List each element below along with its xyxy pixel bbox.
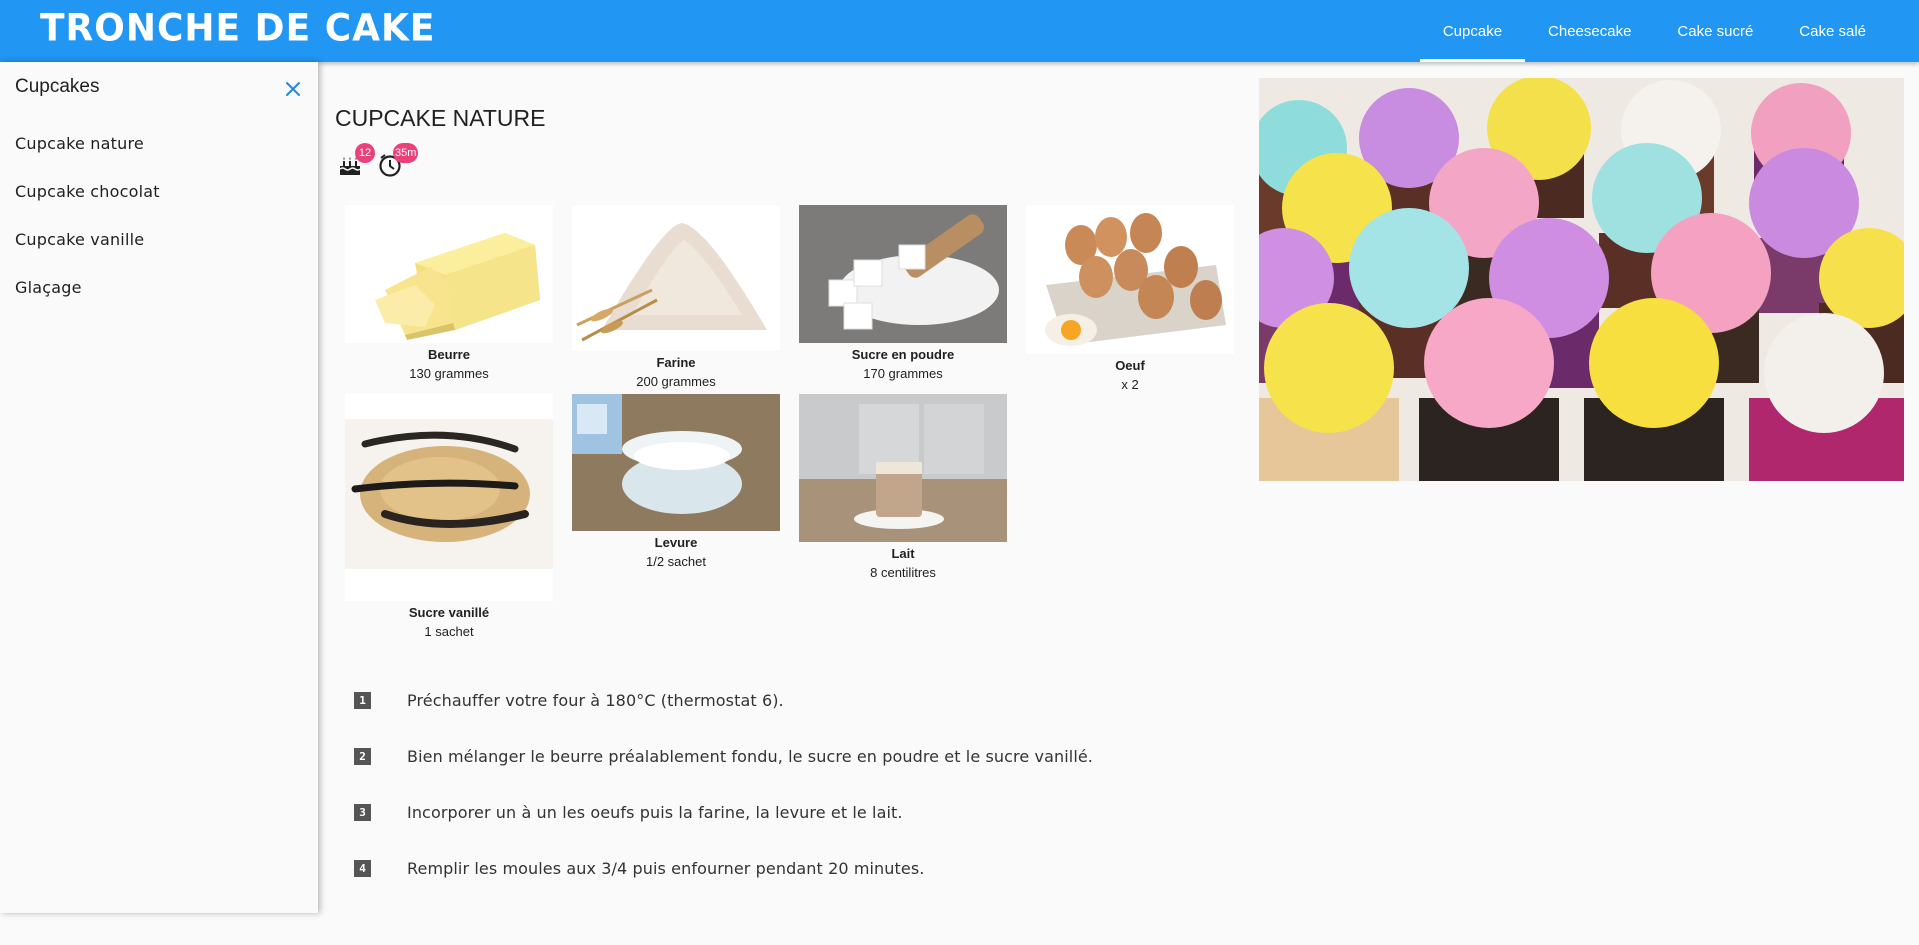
close-icon[interactable] — [282, 78, 304, 100]
site-logo[interactable]: TRONCHE DE CAKE — [40, 7, 435, 50]
ingredient-name: Sucre vanillé — [408, 605, 490, 620]
ingredient-quantity: 170 grammes — [863, 366, 943, 381]
milk-image — [799, 394, 1007, 542]
ingredient-card-oeuf: Oeuf x 2 — [1026, 205, 1234, 392]
step-text: Préchauffer votre four à 180°C (thermost… — [407, 691, 784, 710]
vanilla-image — [345, 394, 553, 601]
ingredient-quantity: 1 sachet — [424, 624, 474, 639]
sidebar-item-cupcake-vanille[interactable]: Cupcake vanille — [15, 230, 144, 249]
ingredient-name: Levure — [654, 535, 698, 550]
ingredient-name: Sucre en poudre — [851, 347, 955, 362]
servings-badge: 12 — [355, 143, 375, 163]
time-badge: 35m — [393, 143, 419, 163]
ingredient-card-sucre-vanille: Sucre vanillé 1 sachet — [345, 394, 553, 639]
step-number: 3 — [354, 804, 371, 821]
sugar-image — [799, 205, 1007, 343]
tab-cake-sale[interactable]: Cake salé — [1776, 0, 1889, 62]
ingredient-quantity: x 2 — [1121, 377, 1139, 392]
cupcakes-hero-image — [1259, 78, 1904, 481]
ingredient-card-lait: Lait 8 centilitres — [799, 394, 1007, 580]
tab-cupcake[interactable]: Cupcake — [1419, 0, 1526, 62]
baking-powder-image — [572, 394, 780, 531]
tab-label: Cake sucré — [1677, 22, 1754, 40]
recipe-title: CUPCAKE NATURE — [335, 105, 546, 131]
ingredient-card-beurre: Beurre 130 grammes — [345, 205, 553, 381]
tab-label: Cheesecake — [1548, 22, 1632, 40]
ingredient-card-levure: Levure 1/2 sachet — [572, 394, 780, 569]
tab-cake-sucre[interactable]: Cake sucré — [1654, 0, 1776, 62]
flour-image — [572, 205, 780, 351]
ingredient-name: Beurre — [428, 347, 470, 362]
tab-label: Cupcake — [1442, 22, 1503, 40]
eggs-image — [1026, 205, 1234, 354]
ingredient-name: Oeuf — [1115, 358, 1145, 373]
tab-cheesecake[interactable]: Cheesecake — [1525, 0, 1654, 62]
step-number: 2 — [354, 748, 371, 765]
ingredient-quantity: 8 centilitres — [870, 565, 936, 580]
ingredient-quantity: 1/2 sachet — [646, 554, 706, 569]
ingredient-quantity: 200 grammes — [636, 374, 716, 389]
sidebar-item-glacage[interactable]: Glaçage — [15, 278, 82, 297]
step-text: Bien mélanger le beurre préalablement fo… — [407, 747, 1093, 766]
sidebar-item-cupcake-chocolat[interactable]: Cupcake chocolat — [15, 182, 160, 201]
step-text: Incorporer un à un les oeufs puis la far… — [407, 803, 903, 822]
sidebar: Cupcakes Cupcake nature Cupcake chocolat… — [0, 62, 318, 913]
category-tabs: Cupcake Cheesecake Cake sucré Cake salé — [1419, 0, 1889, 62]
ingredient-quantity: 130 grammes — [409, 366, 489, 381]
step-number: 4 — [354, 860, 371, 877]
ingredient-card-sucre-en-poudre: Sucre en poudre 170 grammes — [799, 205, 1007, 381]
ingredient-name: Lait — [891, 546, 915, 561]
step-text: Remplir les moules aux 3/4 puis enfourne… — [407, 859, 925, 878]
top-app-bar: TRONCHE DE CAKE Cupcake Cheesecake Cake … — [0, 0, 1919, 62]
tab-label: Cake salé — [1799, 22, 1866, 40]
sidebar-item-cupcake-nature[interactable]: Cupcake nature — [15, 134, 144, 153]
ingredient-card-farine: Farine 200 grammes — [572, 205, 780, 389]
ingredient-name: Farine — [656, 355, 696, 370]
step-number: 1 — [354, 692, 371, 709]
butter-image — [345, 205, 553, 343]
sidebar-title: Cupcakes — [15, 76, 100, 97]
